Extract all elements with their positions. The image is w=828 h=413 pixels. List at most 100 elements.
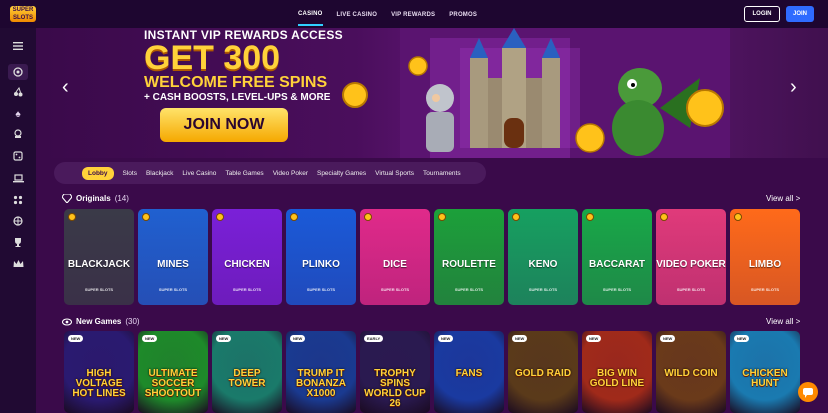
dealer-icon[interactable]	[8, 126, 28, 142]
nav-promos[interactable]: PROMOS	[449, 3, 477, 25]
new-games-count: (30)	[125, 317, 140, 326]
game-title: VIDEO POKER	[656, 259, 726, 270]
new-game-card[interactable]: EARLY TROPHY SPINS WORLD CUP 26	[360, 331, 430, 413]
game-badge: EARLY	[364, 335, 384, 342]
menu-icon[interactable]	[8, 38, 28, 54]
nav-casino[interactable]: CASINO	[298, 2, 323, 26]
game-title: FANS	[455, 368, 483, 379]
tab-video-poker[interactable]: Video Poker	[273, 170, 308, 177]
original-game-card[interactable]: VIDEO POKER SUPER SLOTS	[656, 209, 726, 305]
original-game-card[interactable]: DICE SUPER SLOTS	[360, 209, 430, 305]
cherries-icon[interactable]	[8, 84, 28, 100]
diamond-icon	[62, 194, 72, 203]
new-game-card[interactable]: NEW DEEP TOWER	[212, 331, 282, 413]
new-game-card[interactable]: NEW ULTIMATE SOCCER SHOOTOUT	[138, 331, 208, 413]
coin-icon	[512, 213, 520, 221]
tab-tournaments[interactable]: Tournaments	[423, 170, 461, 177]
game-title: BLACKJACK	[67, 259, 131, 270]
tab-table-games[interactable]: Table Games	[225, 170, 263, 177]
hero-prev-arrow[interactable]: ‹	[62, 76, 69, 99]
game-title: BIG WIN GOLD LINE	[589, 368, 645, 389]
brand-mark: SUPER SLOTS	[84, 287, 114, 292]
join-button[interactable]: JOIN	[786, 6, 814, 22]
original-game-card[interactable]: PLINKO SUPER SLOTS	[286, 209, 356, 305]
basketball-icon[interactable]	[8, 213, 28, 229]
coin-icon	[342, 82, 368, 108]
game-title: TRUMP IT BONANZA X1000	[296, 368, 346, 399]
new-game-card[interactable]: NEW WILD COIN	[656, 331, 726, 413]
original-game-card[interactable]: KENO SUPER SLOTS	[508, 209, 578, 305]
original-game-card[interactable]: BLACKJACK SUPER SLOTS	[64, 209, 134, 305]
dice-icon[interactable]	[8, 148, 28, 164]
hero-next-arrow[interactable]: ›	[790, 76, 797, 99]
new-game-card[interactable]: NEW HIGH VOLTAGE HOT LINES	[64, 331, 134, 413]
game-badge: NEW	[68, 335, 84, 342]
original-game-card[interactable]: MINES SUPER SLOTS	[138, 209, 208, 305]
coin-icon	[438, 213, 446, 221]
game-badge: NEW	[142, 335, 158, 342]
nav-vip-rewards[interactable]: VIP REWARDS	[391, 3, 435, 25]
tab-blackjack[interactable]: Blackjack	[146, 170, 173, 177]
game-title: WILD COIN	[664, 368, 718, 379]
game-badge: NEW	[290, 335, 306, 342]
login-button[interactable]: LOGIN	[744, 6, 780, 22]
new-game-card[interactable]: NEW BIG WIN GOLD LINE	[582, 331, 652, 413]
brand-mark: SUPER SLOTS	[602, 287, 632, 292]
new-game-card[interactable]: NEW GOLD RAID	[508, 331, 578, 413]
new-game-card[interactable]: NEW TRUMP IT BONANZA X1000	[286, 331, 356, 413]
original-game-card[interactable]: LIMBO SUPER SLOTS	[730, 209, 800, 305]
game-title: GOLD RAID	[514, 368, 572, 379]
game-title: MINES	[157, 259, 189, 270]
originals-title: Originals	[76, 194, 111, 203]
new-game-card[interactable]: NEW FANS	[434, 331, 504, 413]
original-game-card[interactable]: CHICKEN SUPER SLOTS	[212, 209, 282, 305]
coin-icon	[216, 213, 224, 221]
laptop-icon[interactable]	[8, 170, 28, 186]
castle-illustration	[400, 28, 730, 158]
super-slots-logo[interactable]: SUPER SLOTS	[10, 6, 36, 22]
hero-banner[interactable]: ‹ INSTANT VIP REWARDS ACCESS GET 300 WEL…	[40, 28, 828, 158]
coin-icon	[68, 213, 76, 221]
game-title: BACCARAT	[589, 259, 645, 270]
brand-mark: SUPER SLOTS	[158, 287, 188, 292]
brand-mark: SUPER SLOTS	[676, 287, 706, 292]
game-title: PLINKO	[302, 259, 340, 270]
game-title: CHICKEN	[224, 259, 270, 270]
join-now-button[interactable]: JOIN NOW	[160, 108, 288, 142]
grid-icon[interactable]	[8, 192, 28, 208]
game-badge: NEW	[734, 335, 750, 342]
spade-icon[interactable]: ♠	[8, 106, 28, 122]
trophy-icon[interactable]	[8, 234, 28, 250]
eye-icon	[62, 317, 72, 326]
originals-header: Originals (14)	[62, 194, 129, 203]
new-games-title: New Games	[76, 317, 122, 326]
tab-live-casino[interactable]: Live Casino	[182, 170, 216, 177]
originals-view-all[interactable]: View all >	[766, 194, 800, 203]
chat-icon[interactable]	[798, 382, 818, 402]
game-badge: NEW	[660, 335, 676, 342]
brand-mark: SUPER SLOTS	[750, 287, 780, 292]
coin-icon	[586, 213, 594, 221]
top-bar: SUPER SLOTS CASINO LIVE CASINO VIP REWAR…	[0, 0, 828, 28]
tab-slots[interactable]: Slots	[123, 170, 137, 177]
brand-mark: SUPER SLOTS	[380, 287, 410, 292]
game-title: ULTIMATE SOCCER SHOOTOUT	[144, 368, 202, 399]
game-title: DICE	[383, 259, 407, 270]
tab-virtual-sports[interactable]: Virtual Sports	[375, 170, 414, 177]
brand-mark: SUPER SLOTS	[306, 287, 336, 292]
tab-specialty-games[interactable]: Specialty Games	[317, 170, 366, 177]
crown-icon[interactable]	[8, 255, 28, 271]
new-games-view-all[interactable]: View all >	[766, 317, 800, 326]
brand-mark: SUPER SLOTS	[232, 287, 262, 292]
casino-chip-icon[interactable]	[8, 64, 28, 80]
coin-icon	[290, 213, 298, 221]
game-badge: NEW	[216, 335, 232, 342]
tab-lobby[interactable]: Lobby	[82, 166, 114, 180]
new-game-card[interactable]: NEW CHICKEN HUNT	[730, 331, 800, 413]
coin-icon	[734, 213, 742, 221]
nav-live-casino[interactable]: LIVE CASINO	[337, 3, 378, 25]
original-game-card[interactable]: ROULETTE SUPER SLOTS	[434, 209, 504, 305]
game-title: DEEP TOWER	[228, 368, 266, 389]
originals-count: (14)	[114, 194, 129, 203]
original-game-card[interactable]: BACCARAT SUPER SLOTS	[582, 209, 652, 305]
